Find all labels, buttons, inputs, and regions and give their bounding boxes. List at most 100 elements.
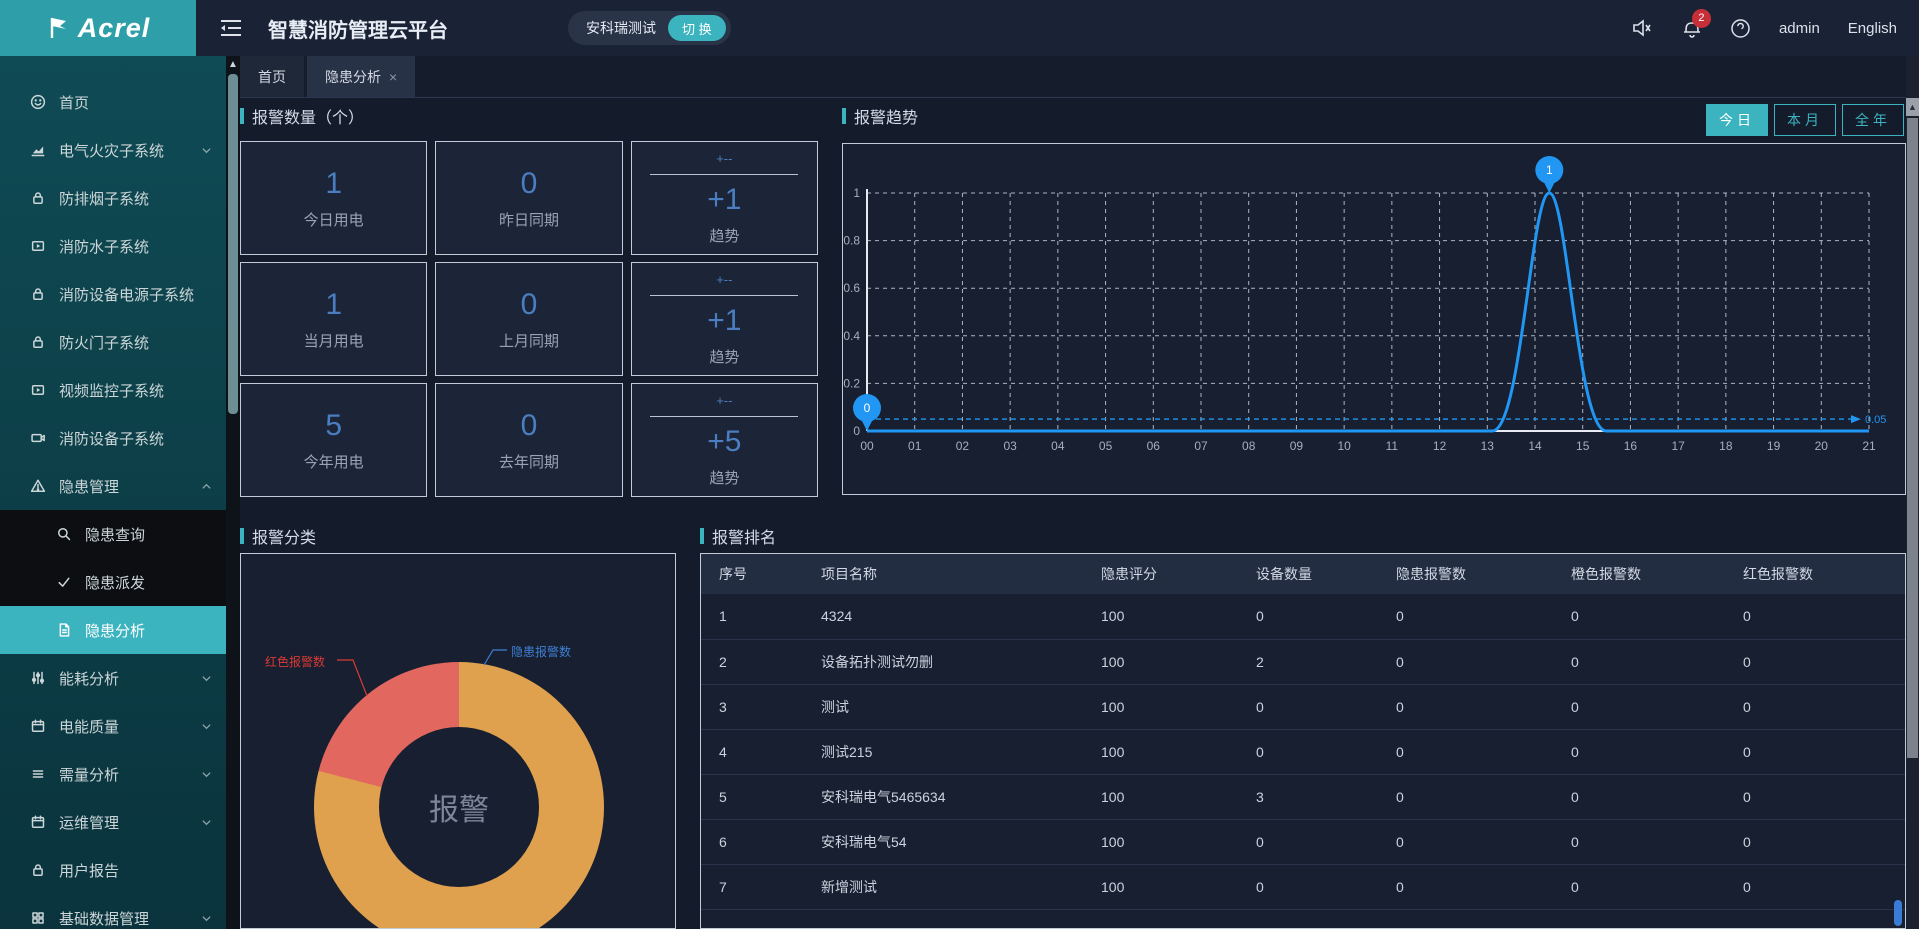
table-row[interactable]: 6安科瑞电气541000000	[701, 819, 1905, 864]
title-accent-bar	[240, 108, 244, 124]
sidebar-item-label: 电能质量	[59, 716, 197, 737]
stat-card-今年用电: 5今年用电	[240, 383, 427, 497]
svg-text:09: 09	[1290, 439, 1304, 453]
table-cell: 0	[1553, 729, 1725, 774]
table-row[interactable]: 3测试1000000	[701, 684, 1905, 729]
svg-text:0.6: 0.6	[843, 281, 860, 295]
sidebar-item-运维管理[interactable]: 运维管理	[0, 798, 226, 846]
table-cell: 4	[701, 729, 803, 774]
stat-card-今日用电: 1今日用电	[240, 141, 427, 255]
sidebar-item-能耗分析[interactable]: 能耗分析	[0, 654, 226, 702]
sidebar-item-label: 运维管理	[59, 812, 197, 833]
trend-range-buttons: 今日本月全年	[1706, 104, 1904, 136]
svg-text:0.2: 0.2	[843, 376, 860, 390]
sidebar-item-首页[interactable]: 首页	[0, 78, 226, 126]
sidebar-item-label: 视频监控子系统	[59, 380, 212, 401]
table-cell: 4324	[803, 594, 1083, 639]
sound-icon[interactable]	[1632, 18, 1654, 38]
column-header-隐患评分: 隐患评分	[1083, 554, 1238, 594]
sidebar-item-电能质量[interactable]: 电能质量	[0, 702, 226, 750]
title-accent-bar	[842, 108, 846, 124]
sidebar-item-防排烟子系统[interactable]: 防排烟子系统	[0, 174, 226, 222]
table-row[interactable]: 4测试2151000000	[701, 729, 1905, 774]
page-scroll-up-icon[interactable]: ▲	[1906, 98, 1919, 116]
table-row[interactable]: 5安科瑞电气54656341003000	[701, 774, 1905, 819]
warning-icon	[30, 478, 47, 494]
table-cell: 0	[1238, 864, 1378, 909]
sidebar-scroll-up-icon[interactable]: ▲	[226, 56, 240, 72]
grid-icon	[30, 910, 47, 926]
tab-close-icon[interactable]: ×	[389, 69, 397, 85]
alarm-count-title: 报警数量（个）	[240, 104, 364, 128]
table-cell: 0	[1378, 729, 1553, 774]
sidebar-item-隐患派发[interactable]: 隐患派发	[0, 558, 226, 606]
video-icon	[30, 382, 47, 398]
column-header-橙色报警数: 橙色报警数	[1553, 554, 1725, 594]
table-cell: 0	[1378, 684, 1553, 729]
table-cell: 0	[1553, 684, 1725, 729]
sidebar-item-基础数据管理[interactable]: 基础数据管理	[0, 894, 226, 929]
tab-label: 隐患分析	[325, 67, 381, 87]
svg-text:20: 20	[1815, 439, 1829, 453]
sidebar-item-消防设备电源子系统[interactable]: 消防设备电源子系统	[0, 270, 226, 318]
svg-text:12: 12	[1433, 439, 1447, 453]
sidebar-item-消防水子系统[interactable]: 消防水子系统	[0, 222, 226, 270]
svg-text:14: 14	[1528, 439, 1542, 453]
sidebar-item-隐患管理[interactable]: 隐患管理	[0, 462, 226, 510]
table-cell: 0	[1725, 774, 1905, 819]
trend-card-+1: +-- +1趋势	[631, 262, 818, 376]
stat-value: 1	[325, 288, 342, 322]
stat-card-去年同期: 0去年同期	[435, 383, 622, 497]
svg-text:0.8: 0.8	[843, 234, 860, 248]
stat-card-昨日同期: 0昨日同期	[435, 141, 622, 255]
sidebar-item-电气火灾子系统[interactable]: 电气火灾子系统	[0, 126, 226, 174]
range-button-今日[interactable]: 今日	[1706, 104, 1768, 136]
sidebar-item-用户报告[interactable]: 用户报告	[0, 846, 226, 894]
chevron-down-icon	[201, 673, 212, 684]
alarm-rank-table: 序号项目名称隐患评分设备数量隐患报警数橙色报警数红色报警数 1432410000…	[701, 554, 1905, 910]
table-header-row: 序号项目名称隐患评分设备数量隐患报警数橙色报警数红色报警数	[701, 554, 1905, 594]
table-cell: 安科瑞电气5465634	[803, 774, 1083, 819]
switch-project-button[interactable]: 切 换	[668, 15, 726, 41]
sidebar-submenu: 隐患查询隐患派发隐患分析	[0, 510, 226, 654]
page-scrollbar[interactable]: ▲	[1906, 56, 1919, 929]
page-title: 智慧消防管理云平台	[268, 14, 448, 43]
table-row[interactable]: 2设备拓扑测试勿删1002000	[701, 639, 1905, 684]
table-scroll-thumb[interactable]	[1894, 900, 1902, 926]
svg-text:04: 04	[1051, 439, 1065, 453]
stat-value: 0	[521, 409, 538, 443]
page-scroll-thumb[interactable]	[1907, 118, 1918, 758]
sidebar-item-需量分析[interactable]: 需量分析	[0, 750, 226, 798]
alarm-trend-panel: 00.20.40.60.8100010203040506070809101112…	[842, 143, 1906, 495]
table-row[interactable]: 143241000000	[701, 594, 1905, 639]
sidebar-item-label: 隐患查询	[85, 524, 212, 545]
range-button-全年[interactable]: 全年	[1842, 104, 1904, 136]
sidebar-scrollbar[interactable]: ▲	[226, 56, 240, 929]
range-button-本月[interactable]: 本月	[1774, 104, 1836, 136]
user-menu[interactable]: admin	[1779, 20, 1820, 37]
language-switch[interactable]: English	[1848, 20, 1897, 37]
trend-value: +1	[707, 304, 741, 338]
svg-text:15: 15	[1576, 439, 1590, 453]
notification-bell-icon[interactable]: 2	[1682, 18, 1702, 39]
sidebar-item-视频监控子系统[interactable]: 视频监控子系统	[0, 366, 226, 414]
table-cell: 0	[1378, 774, 1553, 819]
sidebar-collapse-icon[interactable]	[220, 19, 242, 37]
sidebar-item-消防设备子系统[interactable]: 消防设备子系统	[0, 414, 226, 462]
divider	[650, 174, 798, 175]
svg-text:10: 10	[1337, 439, 1351, 453]
tab-首页[interactable]: 首页	[240, 56, 304, 97]
sidebar-item-隐患查询[interactable]: 隐患查询	[0, 510, 226, 558]
svg-text:18: 18	[1719, 439, 1733, 453]
tab-隐患分析[interactable]: 隐患分析 ×	[307, 56, 415, 97]
sidebar-scroll-thumb[interactable]	[228, 74, 238, 414]
svg-text:06: 06	[1147, 439, 1161, 453]
sidebar-item-隐患分析[interactable]: 隐患分析	[0, 606, 226, 654]
sidebar-item-防火门子系统[interactable]: 防火门子系统	[0, 318, 226, 366]
logo-text: Acrel	[78, 13, 151, 44]
table-row[interactable]: 7新增测试1000000	[701, 864, 1905, 909]
svg-text:03: 03	[1003, 439, 1017, 453]
chevron-down-icon	[201, 145, 212, 156]
help-icon[interactable]	[1730, 18, 1751, 39]
chevron-down-icon	[201, 913, 212, 924]
